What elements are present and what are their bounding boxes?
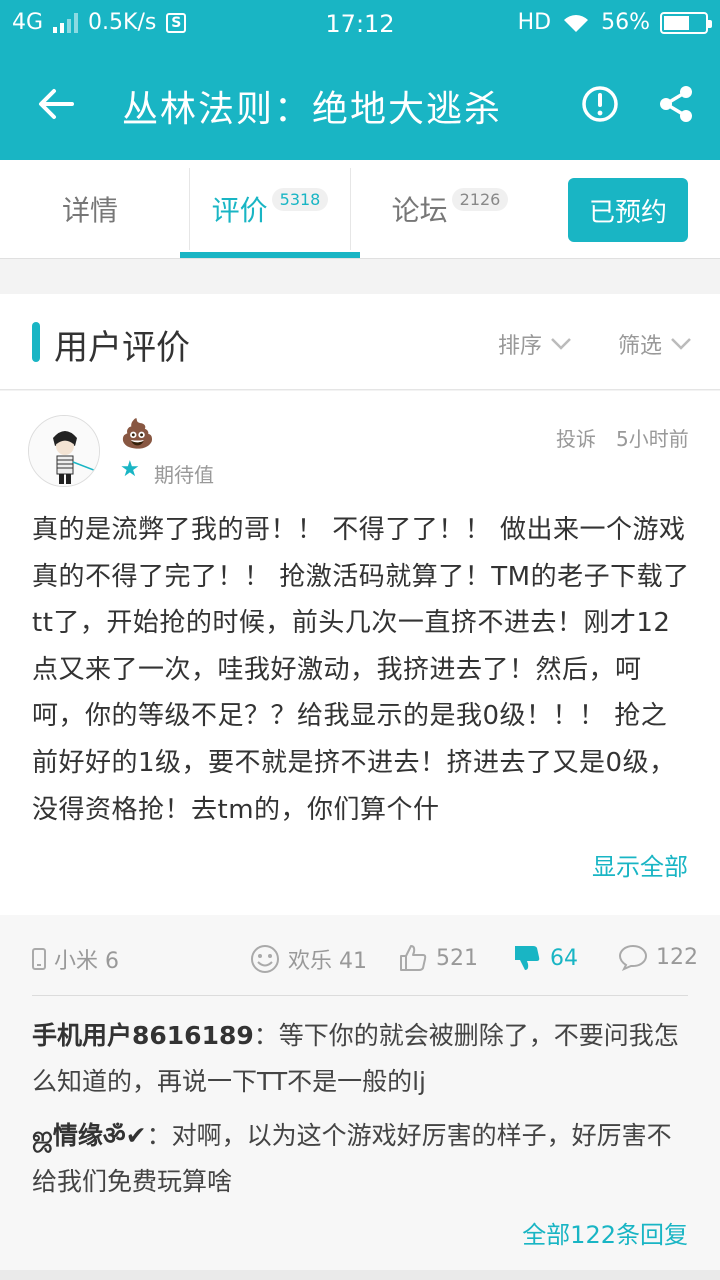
smiley-icon — [251, 945, 279, 973]
avatar-image — [29, 416, 99, 486]
reply-username[interactable]: 手机用户8616189 — [32, 1021, 254, 1050]
back-button[interactable] — [30, 78, 82, 130]
avatar[interactable] — [28, 415, 100, 487]
expectation-label: 期待值 — [154, 463, 214, 487]
section-title: 用户评价 — [54, 328, 190, 368]
comment-icon — [618, 944, 648, 971]
sort-dropdown[interactable]: 排序 — [498, 328, 572, 360]
comment-button[interactable]: 122 — [618, 943, 698, 971]
sort-label: 排序 — [498, 334, 543, 359]
device-name: 小米 6 — [54, 949, 119, 974]
divider — [0, 258, 720, 259]
battery-icon — [660, 11, 712, 34]
thumbs-down-icon — [515, 946, 540, 970]
reply-item[interactable]: 手机用户8616189：等下你的就会被删除了，不要问我怎么知道的，再说一下TT不… — [32, 1013, 692, 1105]
bottom-divider — [0, 1270, 720, 1280]
divider — [32, 995, 688, 996]
arrow-left-icon — [39, 89, 74, 119]
filter-dropdown[interactable]: 筛选 — [618, 328, 692, 360]
like-button[interactable]: 521 — [398, 943, 478, 973]
page-title: 丛林法则：绝地大逃杀 — [122, 89, 503, 130]
thumbs-up-icon — [400, 945, 427, 971]
tab-reviews[interactable]: 评价 5318 — [180, 160, 360, 258]
reply-username[interactable]: ஜ情缘ॐ✔ — [32, 1121, 147, 1150]
tab-label: 详情 — [61, 194, 118, 227]
all-replies-link[interactable]: 全部122条回复 — [522, 1215, 688, 1250]
action-bar: 小米 6 欢乐 41 521 64 122 — [0, 915, 720, 997]
share-icon[interactable] — [656, 84, 696, 124]
wifi-icon — [564, 14, 589, 32]
battery-percent: 56% — [601, 10, 650, 35]
chevron-down-icon — [551, 338, 571, 350]
tab-label: 论坛 — [391, 194, 448, 227]
like-count: 521 — [436, 945, 478, 971]
tab-divider — [350, 168, 351, 250]
report-icon[interactable] — [580, 84, 620, 124]
filter-label: 筛选 — [618, 334, 663, 359]
dislike-button[interactable]: 64 — [512, 943, 578, 973]
star-icon: ★ — [120, 457, 140, 482]
happy-count: 欢乐 41 — [288, 949, 367, 974]
poop-icon: 💩 — [120, 417, 155, 450]
show-all-link[interactable]: 显示全部 — [592, 847, 688, 882]
reserved-button[interactable]: 已预约 — [568, 178, 688, 242]
hd-indicator: HD — [517, 10, 552, 35]
phone-icon — [32, 948, 46, 970]
device-info: 小米 6 — [32, 943, 119, 975]
tab-details[interactable]: 详情 — [0, 160, 180, 258]
status-bar: 4G 0.5K/s S 17:12 HD 56% — [0, 0, 720, 48]
review-count-badge: 5318 — [271, 188, 329, 211]
reply-item[interactable]: ஜ情缘ॐ✔：对啊，以为这个游戏好厉害的样子，好厉害不给我们免费玩算啥 — [32, 1113, 692, 1205]
review-time: 5小时前 — [616, 427, 689, 451]
chevron-down-icon — [671, 338, 691, 350]
section-accent-bar — [32, 322, 40, 362]
review-text: 真的是流弊了我的哥！！ 不得了了！！ 做出来一个游戏真的不得了完了！！ 抢激活码… — [32, 515, 690, 825]
report-link[interactable]: 投诉 — [556, 423, 596, 452]
review-footer: 小米 6 欢乐 41 521 64 122 手机用户8616189：等下你的就会… — [0, 915, 720, 1270]
forum-count-badge: 2126 — [451, 188, 509, 211]
app-bar: 丛林法则：绝地大逃杀 — [0, 48, 720, 160]
tab-forum[interactable]: 论坛 2126 — [360, 160, 540, 258]
dislike-count: 64 — [550, 945, 578, 971]
reviews-header: 用户评价 排序 筛选 — [0, 294, 720, 390]
comment-count: 122 — [656, 944, 698, 970]
review-card: 💩 ★ 期待值 投诉 5小时前 真的是流弊了我的哥！！ 不得了了！！ 做出来一个… — [0, 391, 720, 915]
happy-button[interactable]: 欢乐 41 — [250, 943, 367, 975]
tab-label: 评价 — [211, 194, 268, 227]
